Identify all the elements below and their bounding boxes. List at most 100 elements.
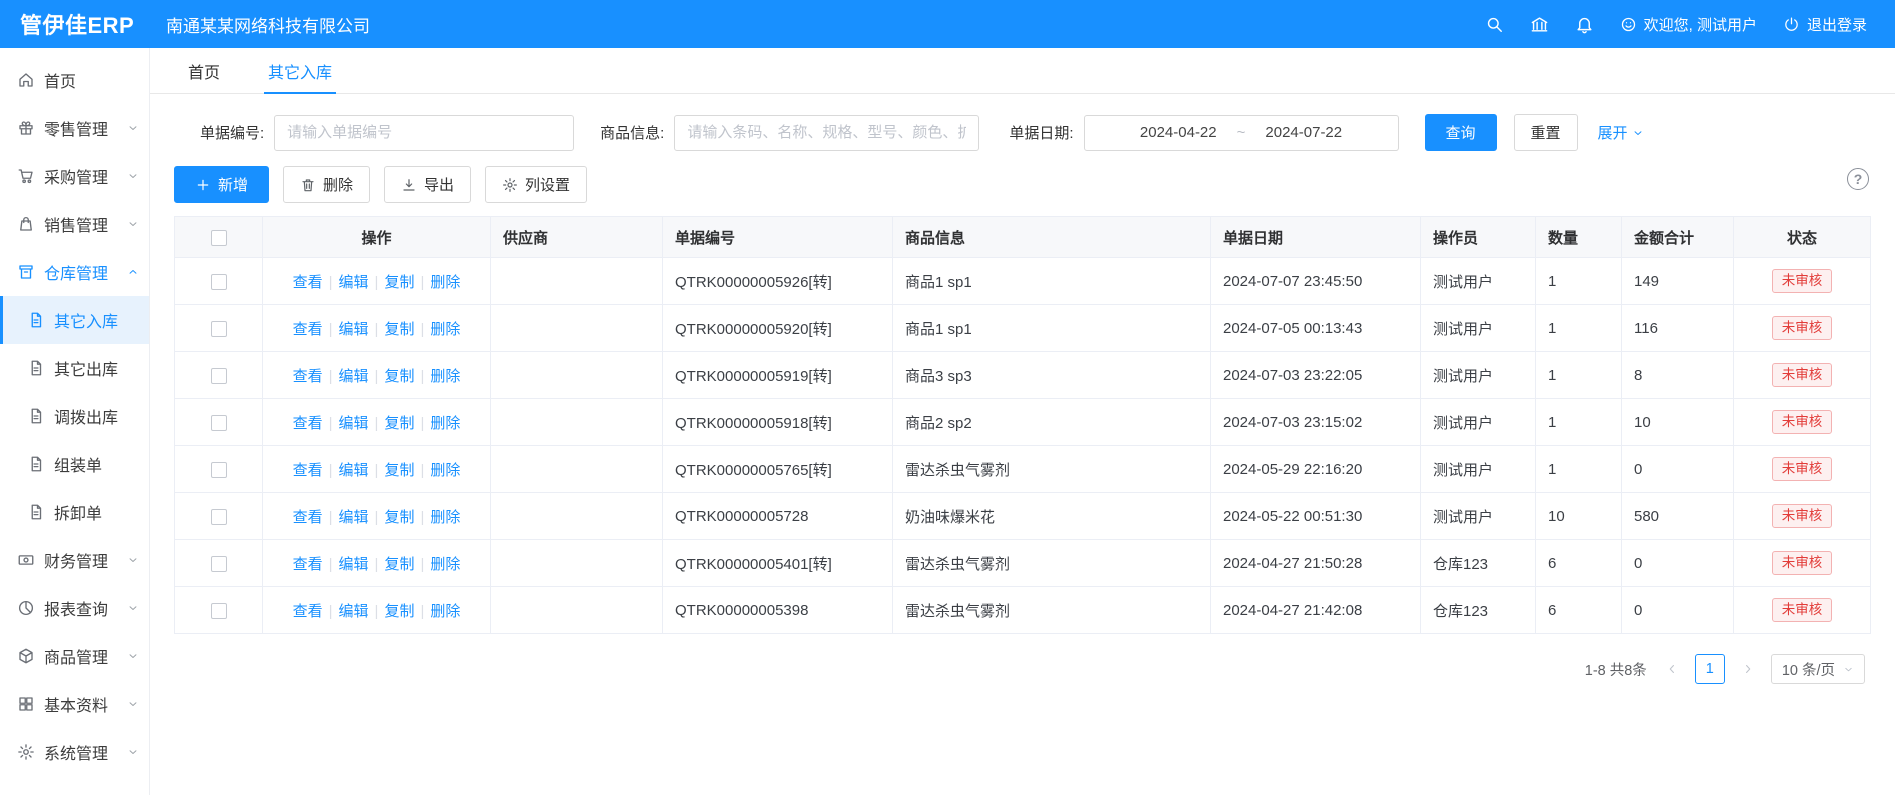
tab-home[interactable]: 首页 bbox=[184, 48, 224, 93]
supplier-cell bbox=[491, 587, 663, 634]
search-button[interactable]: 查询 bbox=[1425, 114, 1497, 151]
row-checkbox[interactable] bbox=[211, 415, 227, 431]
sidebar-item-disassembly-order[interactable]: 拆卸单 bbox=[0, 488, 149, 536]
edit-link[interactable]: 编辑 bbox=[339, 415, 369, 432]
delete-link[interactable]: 删除 bbox=[430, 274, 460, 291]
sidebar-item-report[interactable]: 报表查询 bbox=[0, 584, 149, 632]
row-checkbox[interactable] bbox=[211, 603, 227, 619]
page-number-1[interactable]: 1 bbox=[1695, 654, 1725, 684]
edit-link[interactable]: 编辑 bbox=[339, 556, 369, 573]
sales-icon bbox=[17, 215, 35, 233]
sidebar-item-system[interactable]: 系统管理 bbox=[0, 728, 149, 776]
select-all-checkbox[interactable] bbox=[211, 230, 227, 246]
sidebar-item-transfer-outbound[interactable]: 调拨出库 bbox=[0, 392, 149, 440]
amount-cell: 0 bbox=[1622, 587, 1734, 634]
edit-link[interactable]: 编辑 bbox=[339, 603, 369, 620]
edit-link[interactable]: 编辑 bbox=[339, 321, 369, 338]
sidebar-item-other-outbound[interactable]: 其它出库 bbox=[0, 344, 149, 392]
row-select-cell bbox=[175, 305, 263, 352]
row-checkbox[interactable] bbox=[211, 274, 227, 290]
delete-link[interactable]: 删除 bbox=[430, 368, 460, 385]
tab-other-inbound[interactable]: 其它入库 bbox=[264, 48, 336, 93]
reset-button[interactable]: 重置 bbox=[1514, 114, 1578, 151]
product-info-input[interactable] bbox=[674, 115, 979, 151]
view-link[interactable]: 查看 bbox=[293, 368, 323, 385]
action-separator: | bbox=[420, 368, 424, 385]
row-checkbox[interactable] bbox=[211, 368, 227, 384]
expand-toggle[interactable]: 展开 bbox=[1598, 122, 1644, 143]
qty-cell: 10 bbox=[1536, 493, 1622, 540]
delete-button[interactable]: 删除 bbox=[283, 166, 370, 203]
prev-page-button[interactable] bbox=[1661, 655, 1683, 684]
sidebar-item-product[interactable]: 商品管理 bbox=[0, 632, 149, 680]
bill-no-input[interactable] bbox=[274, 115, 574, 151]
logout-button[interactable]: 退出登录 bbox=[1783, 14, 1867, 35]
view-link[interactable]: 查看 bbox=[293, 415, 323, 432]
sidebar-item-other-inbound[interactable]: 其它入库 bbox=[0, 296, 149, 344]
date-range-picker[interactable]: 2024-04-22 ~ 2024-07-22 bbox=[1084, 115, 1399, 151]
bank-icon[interactable] bbox=[1530, 15, 1549, 34]
chevron-down-icon bbox=[127, 602, 139, 614]
sidebar-item-finance[interactable]: 财务管理 bbox=[0, 536, 149, 584]
date-start-value[interactable]: 2024-04-22 bbox=[1140, 124, 1217, 141]
view-link[interactable]: 查看 bbox=[293, 462, 323, 479]
copy-link[interactable]: 复制 bbox=[384, 274, 414, 291]
row-checkbox[interactable] bbox=[211, 321, 227, 337]
delete-link[interactable]: 删除 bbox=[430, 415, 460, 432]
next-page-button[interactable] bbox=[1737, 655, 1759, 684]
row-checkbox[interactable] bbox=[211, 556, 227, 572]
view-link[interactable]: 查看 bbox=[293, 509, 323, 526]
help-icon[interactable]: ? bbox=[1847, 168, 1869, 190]
search-icon[interactable] bbox=[1485, 15, 1504, 34]
copy-link[interactable]: 复制 bbox=[384, 556, 414, 573]
sidebar-item-purchase[interactable]: 采购管理 bbox=[0, 152, 149, 200]
copy-link[interactable]: 复制 bbox=[384, 415, 414, 432]
sidebar-item-retail[interactable]: 零售管理 bbox=[0, 104, 149, 152]
edit-link[interactable]: 编辑 bbox=[339, 368, 369, 385]
qty-cell: 1 bbox=[1536, 305, 1622, 352]
delete-link[interactable]: 删除 bbox=[430, 509, 460, 526]
delete-link[interactable]: 删除 bbox=[430, 321, 460, 338]
edit-link[interactable]: 编辑 bbox=[339, 462, 369, 479]
operator-cell: 测试用户 bbox=[1421, 258, 1536, 305]
export-button[interactable]: 导出 bbox=[384, 166, 471, 203]
product-cell: 雷达杀虫气雾剂 bbox=[893, 540, 1211, 587]
delete-link[interactable]: 删除 bbox=[430, 556, 460, 573]
filter-bar: 单据编号: 商品信息: 单据日期: 2024-04-22 ~ 2024-07-2… bbox=[200, 114, 1895, 151]
home-icon bbox=[17, 71, 35, 89]
copy-link[interactable]: 复制 bbox=[384, 368, 414, 385]
sidebar-item-assembly-order[interactable]: 组装单 bbox=[0, 440, 149, 488]
view-link[interactable]: 查看 bbox=[293, 556, 323, 573]
sidebar-item-sales[interactable]: 销售管理 bbox=[0, 200, 149, 248]
view-link[interactable]: 查看 bbox=[293, 274, 323, 291]
copy-link[interactable]: 复制 bbox=[384, 321, 414, 338]
copy-link[interactable]: 复制 bbox=[384, 509, 414, 526]
row-checkbox[interactable] bbox=[211, 462, 227, 478]
view-link[interactable]: 查看 bbox=[293, 603, 323, 620]
amount-cell: 149 bbox=[1622, 258, 1734, 305]
copy-link[interactable]: 复制 bbox=[384, 603, 414, 620]
column-settings-button[interactable]: 列设置 bbox=[485, 166, 587, 203]
edit-link[interactable]: 编辑 bbox=[339, 509, 369, 526]
row-select-cell bbox=[175, 446, 263, 493]
view-link[interactable]: 查看 bbox=[293, 321, 323, 338]
sidebar-item-warehouse[interactable]: 仓库管理 bbox=[0, 248, 149, 296]
bell-icon[interactable] bbox=[1575, 15, 1594, 34]
delete-link[interactable]: 删除 bbox=[430, 462, 460, 479]
expand-label: 展开 bbox=[1598, 122, 1628, 143]
delete-link[interactable]: 删除 bbox=[430, 603, 460, 620]
sidebar-item-home[interactable]: 首页 bbox=[0, 56, 149, 104]
row-checkbox[interactable] bbox=[211, 509, 227, 525]
action-separator: | bbox=[375, 415, 379, 432]
table-row: 查看|编辑|复制|删除 QTRK00000005398 雷达杀虫气雾剂 2024… bbox=[175, 587, 1871, 634]
copy-link[interactable]: 复制 bbox=[384, 462, 414, 479]
sidebar-item-basic[interactable]: 基本资料 bbox=[0, 680, 149, 728]
edit-link[interactable]: 编辑 bbox=[339, 274, 369, 291]
add-button[interactable]: 新增 bbox=[174, 166, 269, 203]
date-end-value[interactable]: 2024-07-22 bbox=[1265, 124, 1342, 141]
retail-icon bbox=[17, 119, 35, 137]
product-info-label: 商品信息: bbox=[600, 122, 664, 143]
page-size-select[interactable]: 10 条/页 bbox=[1771, 654, 1865, 684]
table-row: 查看|编辑|复制|删除 QTRK00000005765[转] 雷达杀虫气雾剂 2… bbox=[175, 446, 1871, 493]
welcome-user[interactable]: 欢迎您, 测试用户 bbox=[1620, 14, 1757, 35]
